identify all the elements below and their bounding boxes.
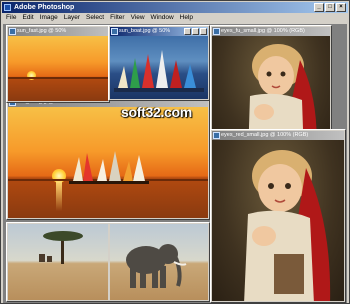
- girl-portrait-graphic: [244, 150, 331, 301]
- watermark-text: soft32.com: [121, 104, 192, 120]
- document-title: eyes_red_small.jpg @ 100% (RGB): [221, 132, 309, 138]
- maximize-button[interactable]: □: [325, 3, 335, 12]
- divider: [108, 224, 110, 300]
- document-titlebar[interactable]: sun_boat.jpg @ 50%: [110, 27, 208, 36]
- document-window-eyes-red[interactable]: eyes_red_small.jpg @ 100% (RGB): [210, 129, 346, 303]
- menu-help[interactable]: Help: [180, 13, 193, 23]
- menu-select[interactable]: Select: [86, 13, 104, 23]
- app-title: Adobe Photoshop: [14, 4, 75, 11]
- minimize-button[interactable]: _: [314, 3, 324, 12]
- menu-edit[interactable]: Edit: [22, 13, 33, 23]
- document-icon: [213, 132, 220, 139]
- document-title: eyes_fu_small.jpg @ 100% (RGB): [221, 28, 305, 34]
- image-canvas[interactable]: [8, 107, 208, 218]
- horizon-line: [8, 77, 108, 79]
- sailboats-graphic: [69, 151, 149, 184]
- image-canvas[interactable]: [110, 36, 208, 99]
- menu-view[interactable]: View: [131, 13, 145, 23]
- photoshop-window: Adobe Photoshop _ □ × File Edit Image La…: [0, 0, 350, 304]
- image-canvas[interactable]: [212, 140, 344, 301]
- document-titlebar[interactable]: eyes_red_small.jpg @ 100% (RGB): [212, 131, 344, 140]
- doc-close-button[interactable]: [200, 28, 207, 35]
- document-icon: [111, 28, 118, 35]
- document-window-savanna[interactable]: [6, 222, 210, 302]
- menu-file[interactable]: File: [6, 13, 16, 23]
- elephant-graphic: [126, 244, 187, 288]
- doc-maximize-button[interactable]: [192, 28, 199, 35]
- close-button[interactable]: ×: [336, 3, 346, 12]
- menu-layer[interactable]: Layer: [64, 13, 80, 23]
- sun-reflection: [56, 181, 62, 211]
- document-title: sun_fast.jpg @ 50%: [17, 28, 67, 34]
- document-window-sun-boat[interactable]: sun_boat.jpg @ 50%: [108, 25, 210, 101]
- document-icon: [213, 28, 220, 35]
- acacia-tree-graphic: [39, 231, 83, 264]
- workspace: sun_fast.jpg @ 50% sun_boat.jpg @ 50% ey…: [3, 24, 347, 303]
- image-canvas[interactable]: [8, 224, 208, 300]
- document-titlebar[interactable]: eyes_fu_small.jpg @ 100% (RGB): [212, 27, 330, 36]
- app-titlebar[interactable]: Adobe Photoshop _ □ ×: [2, 2, 348, 13]
- photoshop-icon: [4, 4, 11, 11]
- menu-image[interactable]: Image: [40, 13, 58, 23]
- sailboats-graphic: [114, 50, 204, 92]
- menu-bar: File Edit Image Layer Select Filter View…: [2, 13, 348, 23]
- document-titlebar[interactable]: sun_fast.jpg @ 50%: [8, 27, 108, 36]
- menu-window[interactable]: Window: [151, 13, 174, 23]
- doc-minimize-button[interactable]: [184, 28, 191, 35]
- document-icon: [9, 28, 16, 35]
- document-title: sun_boat.jpg @ 50%: [119, 28, 171, 34]
- document-window-sunset[interactable]: sun_fast.jpg @ 50%: [6, 25, 110, 103]
- image-canvas[interactable]: [8, 36, 108, 101]
- menu-filter[interactable]: Filter: [110, 13, 124, 23]
